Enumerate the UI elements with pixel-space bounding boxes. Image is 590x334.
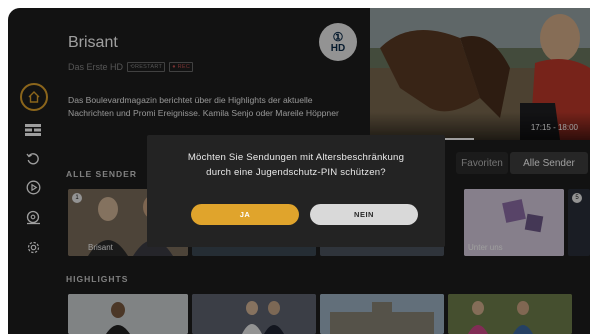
yes-button[interactable]: JA [191,204,299,225]
no-button[interactable]: NEIN [310,204,418,225]
tv-app-frame: Brisant Das Erste HD ⟲RESTART ● REC Das … [8,8,590,334]
dialog-message: Möchten Sie Sendungen mit Altersbeschrän… [187,152,405,178]
parental-pin-dialog: Möchten Sie Sendungen mit Altersbeschrän… [147,135,445,247]
